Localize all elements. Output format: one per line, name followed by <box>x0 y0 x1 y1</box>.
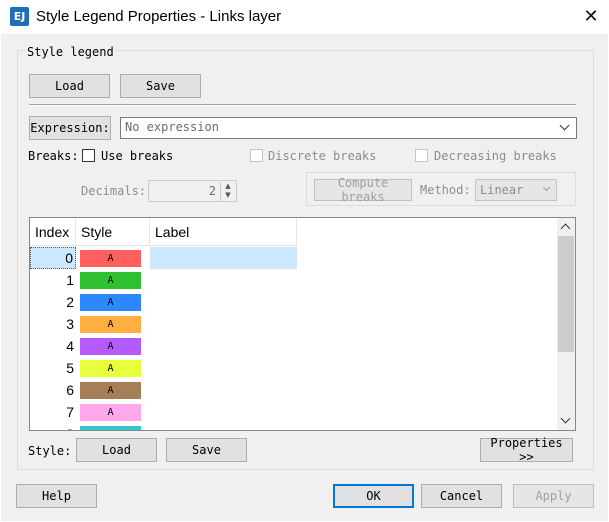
scroll-up-icon[interactable] <box>557 218 575 235</box>
style-swatch[interactable]: A <box>80 404 141 421</box>
legend-table: Index Style Label 0A1A2A3A4A5A6A7A8A <box>29 217 576 431</box>
row-index: 8 <box>30 423 76 430</box>
decimals-value: 2 <box>208 184 216 198</box>
method-label: Method: <box>420 183 471 197</box>
style-swatch[interactable]: A <box>80 272 141 289</box>
row-index: 1 <box>66 272 74 288</box>
row-index: 3 <box>66 316 74 332</box>
decreasing-breaks-label: Decreasing breaks <box>434 149 557 163</box>
table-row[interactable]: 0A <box>30 247 558 269</box>
method-combo[interactable]: Linear <box>475 179 557 201</box>
discrete-breaks-label: Discrete breaks <box>268 149 377 163</box>
row-index: 0 <box>30 247 76 269</box>
title-bar: EJ Style Legend Properties - Links layer… <box>0 0 609 34</box>
vertical-scrollbar[interactable] <box>557 218 575 430</box>
use-breaks-label: Use breaks <box>101 149 174 163</box>
chevron-down-icon <box>559 120 570 131</box>
style-swatch[interactable]: A <box>80 426 141 430</box>
breaks-label: Breaks: <box>28 149 79 163</box>
window-title: Style Legend Properties - Links layer <box>36 8 282 25</box>
method-value: Linear <box>480 183 524 197</box>
properties-button[interactable]: Properties >> <box>480 436 573 464</box>
discrete-breaks-checkbox[interactable] <box>250 149 263 162</box>
style-swatch[interactable]: A <box>80 338 141 355</box>
row-index: 6 <box>66 382 74 398</box>
spin-arrows-icon[interactable]: ▲ ▼ <box>220 182 235 201</box>
style-load-button[interactable]: Load <box>76 438 157 462</box>
legend-save-button[interactable]: Save <box>120 74 201 98</box>
column-header-style[interactable]: Style <box>76 218 150 246</box>
decimals-label: Decimals: <box>81 184 147 198</box>
table-row[interactable]: 2A <box>30 291 558 313</box>
chevron-down-icon <box>542 183 551 192</box>
expression-combo[interactable]: No expression <box>120 117 577 139</box>
table-row[interactable]: 3A <box>30 313 558 335</box>
style-swatch[interactable]: A <box>80 250 141 267</box>
expression-value: No expression <box>125 120 219 134</box>
style-save-button[interactable]: Save <box>166 438 247 462</box>
decreasing-breaks-checkbox[interactable] <box>415 149 428 162</box>
row-index: 4 <box>66 338 74 354</box>
help-button[interactable]: Help <box>16 484 97 508</box>
group-title: Style legend <box>25 45 116 59</box>
table-row[interactable]: 6A <box>30 379 558 401</box>
table-row[interactable]: 1A <box>30 269 558 291</box>
compute-breaks-button[interactable]: Compute breaks <box>314 176 412 204</box>
style-swatch[interactable]: A <box>80 382 141 399</box>
style-swatch[interactable]: A <box>80 360 141 377</box>
cancel-button[interactable]: Cancel <box>421 484 502 508</box>
dialog-client: Style legend Load Save Expression: No ex… <box>1 34 608 521</box>
use-breaks-checkbox[interactable] <box>82 149 95 162</box>
style-swatch[interactable]: A <box>80 294 141 311</box>
table-row[interactable]: 7A <box>30 401 558 423</box>
ok-button[interactable]: OK <box>333 484 414 508</box>
row-label[interactable] <box>150 247 297 269</box>
legend-load-button[interactable]: Load <box>29 74 110 98</box>
row-index: 2 <box>66 294 74 310</box>
table-row[interactable]: 5A <box>30 357 558 379</box>
expression-button[interactable]: Expression: <box>29 116 111 140</box>
apply-button[interactable]: Apply <box>513 484 594 508</box>
app-icon: EJ <box>10 7 29 26</box>
column-header-label[interactable]: Label <box>150 218 297 246</box>
column-header-index[interactable]: Index <box>30 218 76 246</box>
table-row[interactable]: 8A <box>30 423 558 430</box>
style-label: Style: <box>28 444 72 458</box>
scrollbar-thumb[interactable] <box>558 236 574 352</box>
decimals-spinner[interactable]: 2 ▲ ▼ <box>148 180 237 202</box>
separator <box>29 104 576 106</box>
row-index: 5 <box>66 360 74 376</box>
table-row[interactable]: 4A <box>30 335 558 357</box>
row-index: 7 <box>66 404 74 420</box>
scroll-down-icon[interactable] <box>557 413 575 430</box>
close-icon[interactable]: ✕ <box>578 4 604 30</box>
style-swatch[interactable]: A <box>80 316 141 333</box>
